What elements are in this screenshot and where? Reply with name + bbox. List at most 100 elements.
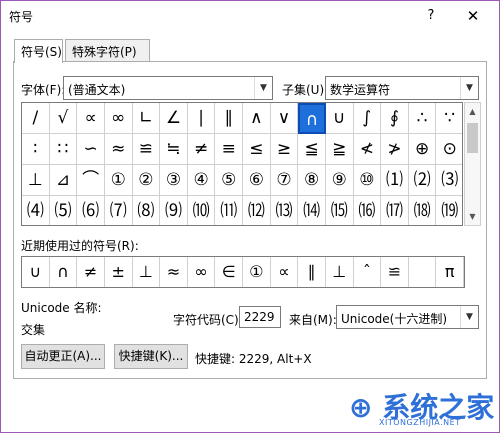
symbol-cell[interactable]: ∣ [187,103,216,134]
symbol-cell[interactable]: ≠ [187,134,216,165]
symbol-cell[interactable]: ⑹ [77,196,105,225]
symbol-grid-scrollbar[interactable]: ▲ ▼ [464,102,481,226]
recent-symbol-cell[interactable] [409,257,437,287]
symbol-cell[interactable]: ≤ [243,134,271,165]
recent-symbol-cell[interactable]: ± [105,257,133,287]
recent-symbol-cell[interactable]: ∪ [22,257,50,287]
symbol-cell[interactable]: ⑶ [436,165,462,196]
symbol-cell[interactable]: ≦ [298,134,326,165]
font-select[interactable]: (普通文本) ▼ [63,76,273,100]
recent-symbol-cell[interactable]: ˆ [354,257,382,287]
symbol-cell[interactable]: ∨ [270,103,299,134]
symbol-cell[interactable]: ⑩ [353,165,382,196]
scroll-up-icon[interactable]: ▲ [465,103,480,120]
recent-symbol-cell[interactable]: π [436,257,464,287]
symbol-cell[interactable]: ≮ [353,134,382,165]
symbol-cell[interactable]: ⒄ [381,196,409,225]
symbol-cell[interactable]: ≈ [104,134,133,165]
symbol-cell[interactable]: ⑥ [243,165,271,196]
recent-symbol-cell[interactable]: ⊥ [326,257,354,287]
tab-special-characters[interactable]: 特殊字符(P) [65,39,150,62]
symbol-cell[interactable]: ∞ [104,103,133,134]
chevron-down-icon[interactable]: ▼ [460,77,478,99]
tab-symbols[interactable]: 符号(S) [14,39,63,63]
autocorrect-button[interactable]: 自动更正(A)... [21,344,105,369]
recent-symbol-cell[interactable]: ∝ [271,257,299,287]
symbol-cell[interactable]: ⑿ [243,196,271,225]
symbol-cell[interactable]: / [22,103,50,134]
recent-symbol-cell[interactable]: ⊥ [133,257,161,287]
symbol-cell[interactable]: ⑧ [298,165,326,196]
symbol-cell[interactable]: ⊥ [22,165,50,196]
symbol-cell[interactable]: ⑺ [105,196,133,225]
from-label: 来自(M): [289,313,337,327]
recent-symbol-cell[interactable]: ∞ [188,257,216,287]
symbol-cell[interactable]: ⒂ [326,196,354,225]
symbol-cell[interactable]: ∧ [243,103,271,134]
chevron-down-icon[interactable]: ▼ [460,306,478,328]
shortcut-key-button[interactable]: 快捷键(K)... [114,344,188,369]
symbol-cell[interactable]: ∮ [381,103,409,134]
symbol-cell[interactable]: ④ [187,165,216,196]
symbol-cell[interactable]: ⒀ [271,196,299,225]
symbol-cell[interactable]: ≧ [325,134,354,165]
symbol-cell[interactable]: ∫ [353,103,382,134]
symbol-cell[interactable]: ≥ [270,134,299,165]
symbol-cell[interactable]: ∷ [49,134,78,165]
symbol-cell[interactable]: ∪ [325,103,354,134]
chevron-down-icon[interactable]: ▼ [254,77,272,99]
symbol-cell[interactable]: ⌒ [77,165,105,196]
help-button[interactable]: ? [421,6,441,26]
recent-symbol-cell[interactable]: ∥ [298,257,326,287]
char-code-input[interactable]: 2229 [239,306,281,328]
symbol-cell[interactable]: √ [49,103,78,134]
symbol-cell[interactable]: ② [132,165,161,196]
symbol-cell[interactable]: ⒆ [436,196,462,225]
symbol-cell[interactable]: ∥ [215,103,243,134]
symbol-cell[interactable]: ⒁ [298,196,326,225]
symbol-cell[interactable]: ⑵ [408,165,437,196]
recent-symbol-cell[interactable]: ∈ [215,257,243,287]
symbol-cell[interactable]: ≡ [215,134,243,165]
symbol-cell[interactable]: ⑸ [50,196,78,225]
symbol-cell[interactable]: ⑷ [22,196,50,225]
symbol-cell[interactable]: ∠ [160,103,188,134]
from-select[interactable]: Unicode(十六进制) ▼ [336,305,479,329]
recent-symbol-cell[interactable]: ∩ [50,257,78,287]
symbol-cell[interactable]: ⑦ [270,165,299,196]
symbol-cell[interactable]: ⊿ [49,165,78,196]
symbol-cell[interactable]: ≌ [132,134,161,165]
subset-select[interactable]: 数学运算符 ▼ [325,76,479,100]
symbol-cell[interactable]: ∟ [132,103,161,134]
scrollbar-thumb[interactable] [467,123,478,153]
char-code-label: 字符代码(C): [173,313,243,327]
symbol-cell[interactable]: ③ [160,165,188,196]
symbol-cell[interactable]: ⑼ [160,196,188,225]
symbol-cell[interactable]: ⑴ [381,165,409,196]
recent-symbol-cell[interactable]: ① [243,257,271,287]
symbol-cell[interactable]: ∵ [436,103,462,134]
symbol-cell[interactable]: ⑽ [188,196,216,225]
symbol-cell[interactable]: ∩ [298,103,326,134]
recent-symbol-cell[interactable]: ≈ [160,257,188,287]
recent-symbol-cell[interactable]: ≠ [77,257,105,287]
symbol-cell[interactable]: ⒅ [409,196,437,225]
symbol-cell[interactable]: ∶ [22,134,50,165]
recent-symbol-cell[interactable]: ≌ [381,257,409,287]
symbol-cell[interactable]: ≒ [160,134,188,165]
symbol-cell[interactable]: ≯ [381,134,409,165]
symbol-cell[interactable]: ① [104,165,133,196]
symbol-cell[interactable]: ⑾ [215,196,243,225]
symbol-cell[interactable]: ⒃ [354,196,382,225]
symbol-cell[interactable]: ∽ [77,134,105,165]
symbol-cell[interactable]: ⊕ [408,134,437,165]
symbol-grid-row: ⑷⑸⑹⑺⑻⑼⑽⑾⑿⒀⒁⒂⒃⒄⒅⒆ [22,196,462,225]
symbol-cell[interactable]: ⊙ [436,134,462,165]
symbol-cell[interactable]: ⑨ [325,165,354,196]
close-button[interactable]: ✕ [463,6,483,26]
symbol-cell[interactable]: ∴ [408,103,437,134]
symbol-cell[interactable]: ∝ [77,103,105,134]
symbol-cell[interactable]: ⑤ [215,165,243,196]
symbol-cell[interactable]: ⑻ [133,196,161,225]
scroll-down-icon[interactable]: ▼ [465,208,480,225]
